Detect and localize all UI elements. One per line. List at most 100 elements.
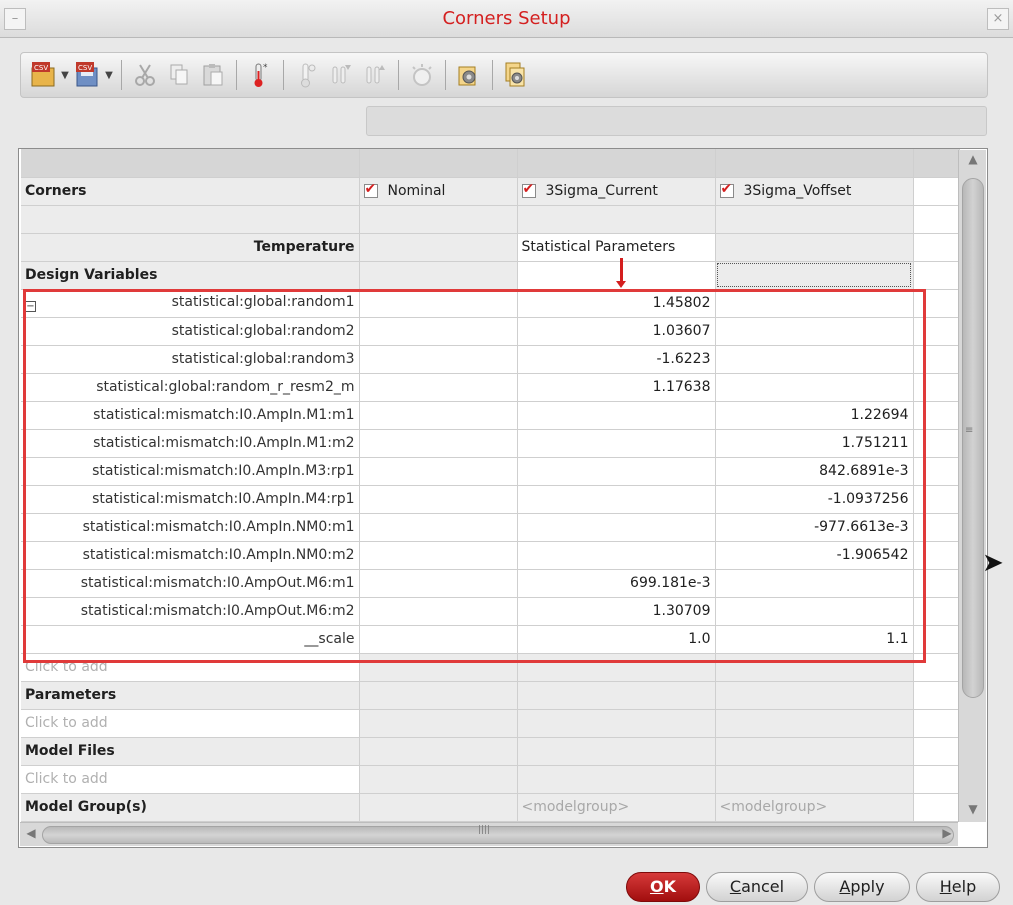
add-temperature-icon[interactable]: * bbox=[246, 60, 274, 90]
temperature-nominal-cell[interactable] bbox=[359, 233, 518, 262]
vertical-scroll-thumb[interactable] bbox=[962, 178, 984, 698]
run-settings-icon[interactable] bbox=[502, 60, 530, 90]
voffset-value-cell[interactable] bbox=[715, 289, 914, 318]
variable-name-cell[interactable]: statistical:mismatch:I0.AmpIn.M3:rp1 bbox=[21, 457, 360, 486]
variable-name-cell[interactable]: statistical:mismatch:I0.AmpIn.NM0:m1 bbox=[21, 513, 360, 542]
voffset-value-cell[interactable] bbox=[715, 373, 914, 402]
voffset-value-cell[interactable]: -977.6613e-3 bbox=[715, 513, 914, 542]
click-to-add-model-files[interactable]: Click to add bbox=[21, 765, 360, 794]
current-value-cell[interactable]: 1.0 bbox=[517, 625, 716, 654]
variable-name-cell[interactable]: statistical:mismatch:I0.AmpOut.M6:m1 bbox=[21, 569, 360, 598]
voffset-value-cell[interactable] bbox=[715, 569, 914, 598]
copy-icon[interactable] bbox=[165, 60, 193, 90]
temperature-voffset-cell[interactable] bbox=[715, 233, 914, 262]
voffset-value-cell[interactable] bbox=[715, 345, 914, 374]
current-value-cell[interactable]: 1.17638 bbox=[517, 373, 716, 402]
click-to-add-parameters[interactable]: Click to add bbox=[21, 709, 360, 738]
variable-name-cell[interactable]: statistical:global:random3 bbox=[21, 345, 360, 374]
corner-3sigma-current[interactable]: 3Sigma_Current bbox=[517, 177, 716, 206]
scroll-right-icon[interactable]: ▶ bbox=[938, 826, 956, 840]
nominal-value-cell[interactable] bbox=[359, 541, 518, 570]
csv-save-dropdown-icon[interactable]: ▼ bbox=[103, 70, 115, 81]
nominal-value-cell[interactable] bbox=[359, 289, 518, 318]
click-to-add-row[interactable]: Click to add bbox=[21, 653, 960, 682]
settings-icon[interactable] bbox=[455, 60, 483, 90]
voffset-value-cell[interactable]: -1.906542 bbox=[715, 541, 914, 570]
model-group-current[interactable]: <modelgroup> bbox=[517, 793, 716, 822]
model-group-nominal[interactable] bbox=[359, 793, 518, 822]
variable-name-cell[interactable]: statistical:global:random2 bbox=[21, 317, 360, 346]
current-value-cell[interactable]: 1.03607 bbox=[517, 317, 716, 346]
nominal-value-cell[interactable] bbox=[359, 597, 518, 626]
current-value-cell[interactable]: -1.6223 bbox=[517, 345, 716, 374]
voffset-value-cell[interactable] bbox=[715, 597, 914, 626]
nominal-value-cell[interactable] bbox=[359, 429, 518, 458]
scroll-left-icon[interactable]: ◀ bbox=[22, 826, 40, 840]
collapse-toggle-icon[interactable]: − bbox=[25, 301, 36, 312]
model-group-voffset[interactable]: <modelgroup> bbox=[715, 793, 914, 822]
variable-name-cell[interactable]: − statistical:global:random1 bbox=[21, 289, 360, 318]
click-to-add-row[interactable]: Click to add bbox=[21, 765, 960, 794]
vertical-scrollbar[interactable]: ▲ ≡ ▼ bbox=[958, 150, 986, 822]
current-value-cell[interactable]: 1.45802 bbox=[517, 289, 716, 318]
nominal-checkbox[interactable] bbox=[363, 181, 378, 198]
variable-name-cell[interactable]: statistical:mismatch:I0.AmpIn.M4:rp1 bbox=[21, 485, 360, 514]
help-button[interactable]: Help bbox=[916, 872, 1000, 902]
import-icon[interactable] bbox=[327, 60, 355, 90]
voffset-value-cell[interactable]: -1.0937256 bbox=[715, 485, 914, 514]
design-variables-voffset-cell[interactable] bbox=[715, 261, 914, 290]
export-icon[interactable] bbox=[361, 60, 389, 90]
corner-nominal[interactable]: Nominal bbox=[359, 177, 518, 206]
nominal-value-cell[interactable] bbox=[359, 345, 518, 374]
remove-temperature-icon[interactable] bbox=[293, 60, 321, 90]
current-value-cell[interactable] bbox=[517, 401, 716, 430]
nominal-value-cell[interactable] bbox=[359, 373, 518, 402]
csv-open-icon[interactable]: CSV bbox=[30, 60, 58, 90]
scroll-down-icon[interactable]: ▼ bbox=[962, 802, 984, 820]
voffset-value-cell[interactable]: 1.22694 bbox=[715, 401, 914, 430]
3sigma-current-checkbox[interactable] bbox=[521, 181, 536, 198]
ok-button[interactable]: OK bbox=[626, 872, 700, 902]
current-value-cell[interactable]: 699.181e-3 bbox=[517, 569, 716, 598]
variable-name-cell[interactable]: statistical:mismatch:I0.AmpIn.M1:m1 bbox=[21, 401, 360, 430]
voffset-value-cell[interactable]: 1.751211 bbox=[715, 429, 914, 458]
design-variables-nominal-cell[interactable] bbox=[359, 261, 518, 290]
nominal-value-cell[interactable] bbox=[359, 317, 518, 346]
cut-icon[interactable] bbox=[131, 60, 159, 90]
nominal-value-cell[interactable] bbox=[359, 457, 518, 486]
current-value-cell[interactable] bbox=[517, 485, 716, 514]
horizontal-scroll-thumb[interactable] bbox=[42, 826, 954, 844]
3sigma-voffset-checkbox[interactable] bbox=[719, 181, 734, 198]
current-value-cell[interactable] bbox=[517, 429, 716, 458]
voffset-value-cell[interactable]: 842.6891e-3 bbox=[715, 457, 914, 486]
paste-icon[interactable] bbox=[199, 60, 227, 90]
cancel-button[interactable]: Cancel bbox=[706, 872, 808, 902]
nominal-value-cell[interactable] bbox=[359, 513, 518, 542]
variable-name-cell[interactable]: statistical:mismatch:I0.AmpIn.NM0:m2 bbox=[21, 541, 360, 570]
current-value-cell[interactable] bbox=[517, 457, 716, 486]
click-to-add-row[interactable]: Click to add bbox=[21, 709, 960, 738]
click-to-add-variables[interactable]: Click to add bbox=[21, 653, 360, 682]
scroll-up-icon[interactable]: ▲ bbox=[962, 152, 984, 170]
csv-open-dropdown-icon[interactable]: ▼ bbox=[59, 70, 71, 81]
variable-name-cell[interactable]: statistical:mismatch:I0.AmpIn.M1:m2 bbox=[21, 429, 360, 458]
voffset-value-cell[interactable] bbox=[715, 317, 914, 346]
nominal-value-cell[interactable] bbox=[359, 401, 518, 430]
variable-name-cell[interactable]: statistical:mismatch:I0.AmpOut.M6:m2 bbox=[21, 597, 360, 626]
current-value-cell[interactable] bbox=[517, 541, 716, 570]
current-value-cell[interactable]: 1.30709 bbox=[517, 597, 716, 626]
apply-button[interactable]: Apply bbox=[814, 872, 910, 902]
variable-name-cell[interactable]: statistical:global:random_r_resm2_m bbox=[21, 373, 360, 402]
nominal-value-cell[interactable] bbox=[359, 485, 518, 514]
current-value-cell[interactable] bbox=[517, 513, 716, 542]
horizontal-scrollbar[interactable]: ◀ |||| ▶ bbox=[20, 822, 958, 846]
voffset-value-cell[interactable]: 1.1 bbox=[715, 625, 914, 654]
nominal-value-cell[interactable] bbox=[359, 625, 518, 654]
csv-save-icon[interactable]: CSV bbox=[74, 60, 102, 90]
variable-name-cell[interactable]: __scale bbox=[21, 625, 360, 654]
filter-bar[interactable] bbox=[366, 106, 987, 136]
nominal-value-cell[interactable] bbox=[359, 569, 518, 598]
window-close-button[interactable]: × bbox=[987, 8, 1009, 30]
sweep-icon[interactable] bbox=[408, 60, 436, 90]
corner-3sigma-voffset[interactable]: 3Sigma_Voffset bbox=[715, 177, 914, 206]
